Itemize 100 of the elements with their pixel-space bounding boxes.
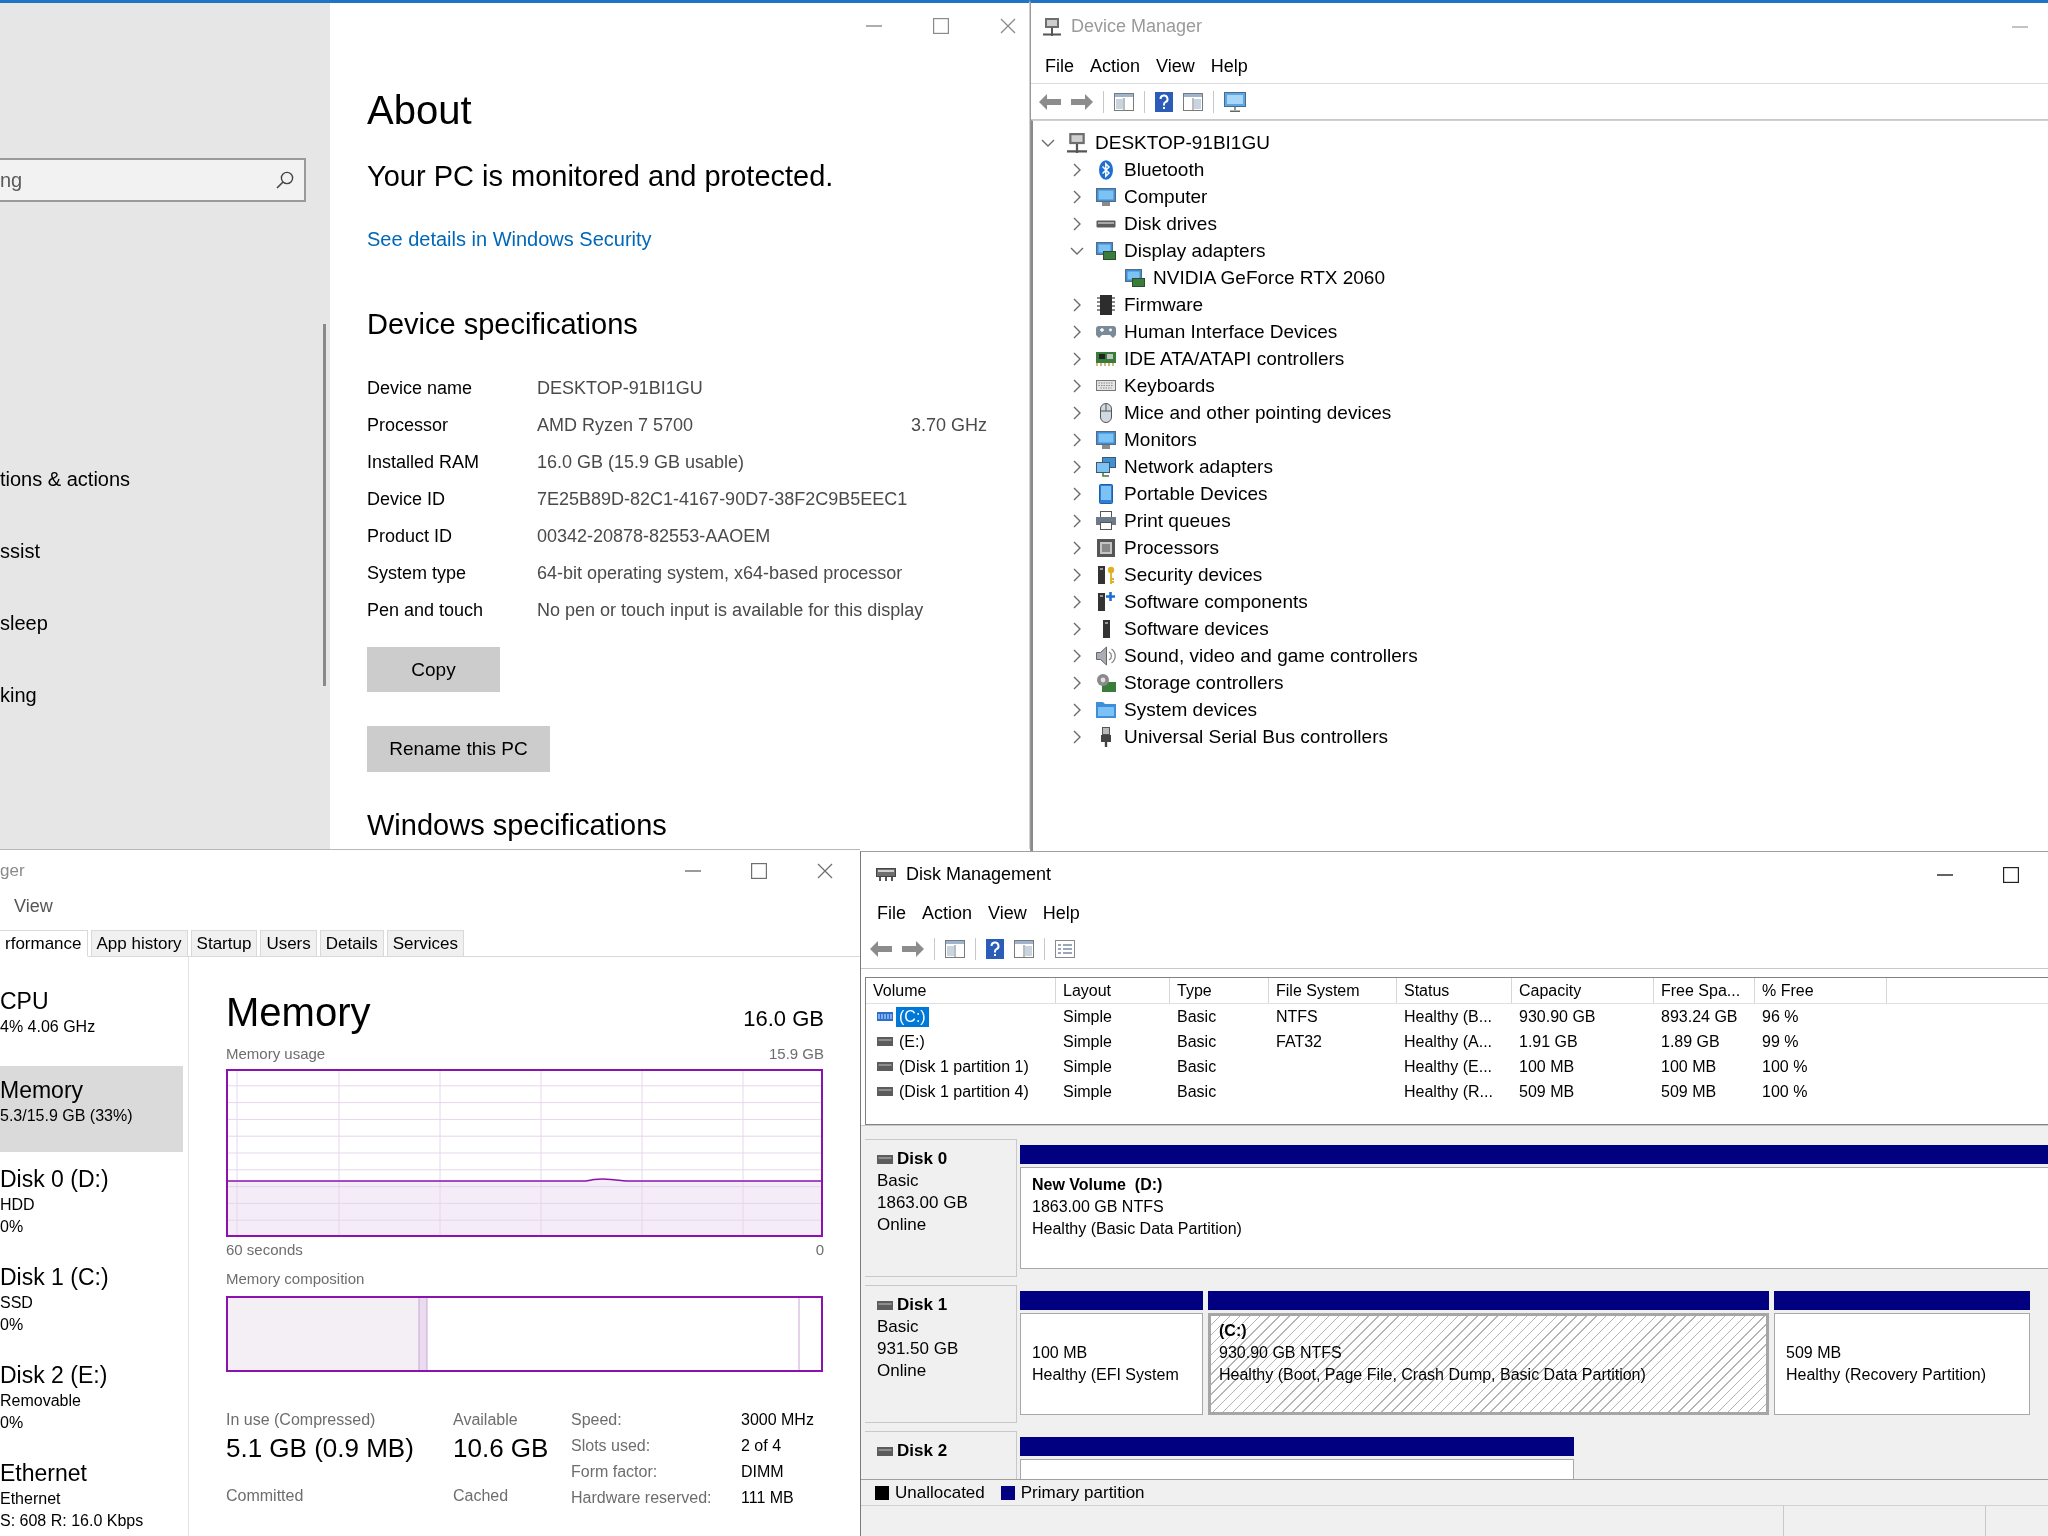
maximize-icon[interactable] [2003,866,2019,883]
column-header[interactable]: Type [1170,978,1269,1003]
resource-item[interactable]: Disk 2 (E:) Removable 0% [0,1351,183,1446]
tree-item[interactable]: Display adapters [1124,239,1266,262]
tree-item[interactable]: Network adapters [1124,455,1273,478]
search-icon[interactable] [276,171,294,189]
chevron-right-icon[interactable] [1073,189,1081,204]
nav-item[interactable]: sleep [0,587,48,659]
tree-item[interactable]: Sound, video and game controllers [1124,644,1418,667]
monitor-icon[interactable] [1224,91,1246,112]
chevron-down-icon[interactable] [1070,246,1084,255]
scrollbar-thumb[interactable] [323,324,326,686]
menu-item[interactable]: File [869,903,914,924]
tab[interactable]: App history [90,930,188,957]
chevron-right-icon[interactable] [1073,513,1081,528]
menu-item[interactable]: Action [914,903,981,924]
resource-item[interactable]: Ethernet Ethernet S: 608 R: 16.0 Kbps [0,1449,183,1536]
tree-item[interactable]: Mice and other pointing devices [1124,401,1392,424]
close-icon[interactable] [817,863,833,879]
menu-item[interactable]: View [1148,56,1203,77]
menu-item[interactable]: View [6,895,61,917]
forward-arrow-icon[interactable] [902,941,924,957]
nav-item[interactable]: king [0,659,37,731]
table-cell[interactable]: (E:) [896,1031,928,1052]
chevron-right-icon[interactable] [1073,324,1081,339]
resource-item[interactable]: Disk 0 (D:) HDD 0% [0,1155,183,1250]
column-header[interactable]: Free Spa... [1654,978,1755,1003]
partition[interactable]: New Volume (D:) 1863.00 GB NTFS Healthy (Basic Data Partition) [1020,1167,2048,1269]
close-icon[interactable] [1000,18,1016,34]
column-header[interactable]: Capacity [1512,978,1654,1003]
chevron-right-icon[interactable] [1073,621,1081,636]
menu-item[interactable]: Action [1082,56,1149,77]
checklist-icon[interactable] [1055,940,1075,958]
chevron-right-icon[interactable] [1073,351,1081,366]
tree-item[interactable]: Security devices [1124,563,1263,586]
tab[interactable]: Details [319,930,384,957]
tree-item[interactable]: Storage controllers [1124,671,1284,694]
chevron-right-icon[interactable] [1073,648,1081,663]
window-pane-icon[interactable] [1114,92,1134,111]
resource-item[interactable]: CPU 4% 4.06 GHz [0,977,183,1063]
partition[interactable]: 100 MB Healthy (EFI System [1020,1313,1203,1415]
window-pane-icon[interactable] [1183,92,1203,111]
nav-item[interactable]: ssist [0,515,40,587]
tree-item[interactable]: System devices [1124,698,1258,721]
menu-item[interactable]: View [980,903,1035,924]
partition[interactable]: (C:) 930.90 GB NTFS Healthy (Boot, Page File, Crash Dump, Basic Data Partition) [1208,1313,1769,1415]
chevron-right-icon[interactable] [1073,405,1081,420]
tree-item[interactable]: IDE ATA/ATAPI controllers [1124,347,1345,370]
tree-item[interactable]: Human Interface Devices [1124,320,1338,343]
nav-item[interactable]: tions & actions [0,443,131,515]
help-icon[interactable] [1155,91,1173,112]
window-pane-icon[interactable] [945,940,965,958]
chevron-right-icon[interactable] [1073,594,1081,609]
chevron-right-icon[interactable] [1073,486,1081,501]
back-arrow-icon[interactable] [870,941,892,957]
tab[interactable]: Startup [190,930,258,957]
security-link[interactable]: See details in Windows Security [367,226,652,252]
tree-item[interactable]: Software components [1124,590,1308,613]
chevron-right-icon[interactable] [1073,540,1081,555]
chevron-right-icon[interactable] [1073,459,1081,474]
help-icon[interactable] [986,939,1004,959]
column-header[interactable]: Volume [866,978,1056,1003]
tab[interactable]: Users [260,930,317,957]
menu-item[interactable]: Help [1202,56,1256,77]
menu-item[interactable]: File [1037,56,1082,77]
chevron-right-icon[interactable] [1073,162,1081,177]
column-header[interactable]: Layout [1056,978,1170,1003]
tree-item[interactable]: Print queues [1124,509,1231,532]
resource-item[interactable]: Memory 5.3/15.9 GB (33%) [0,1066,183,1152]
chevron-right-icon[interactable] [1073,702,1081,717]
tree-item[interactable]: Bluetooth [1124,158,1205,181]
chevron-right-icon[interactable] [1073,432,1081,447]
column-header[interactable]: File System [1269,978,1397,1003]
partition[interactable]: 509 MB Healthy (Recovery Partition) [1774,1313,2030,1415]
resource-item[interactable]: Disk 1 (C:) SSD 0% [0,1253,183,1348]
column-header[interactable]: Status [1397,978,1512,1003]
tree-item[interactable]: Processors [1124,536,1220,559]
chevron-right-icon[interactable] [1073,378,1081,393]
column-header[interactable]: % Free [1755,978,1887,1003]
minimize-icon[interactable] [1937,873,1953,876]
tree-item[interactable]: Portable Devices [1124,482,1268,505]
tree-item[interactable]: Computer [1124,185,1208,208]
chevron-right-icon[interactable] [1073,729,1081,744]
table-cell[interactable]: (Disk 1 partition 1) [896,1056,1032,1077]
tree-item[interactable]: DESKTOP-91BI1GU [1095,131,1270,154]
chevron-right-icon[interactable] [1073,675,1081,690]
chevron-right-icon[interactable] [1073,567,1081,582]
tree-item[interactable]: Monitors [1124,428,1197,451]
tab[interactable]: Services [386,930,464,957]
tree-item[interactable]: Keyboards [1124,374,1215,397]
back-arrow-icon[interactable] [1039,93,1061,110]
tree-item[interactable]: Firmware [1124,293,1204,316]
forward-arrow-icon[interactable] [1071,93,1093,110]
tree-item[interactable]: Software devices [1124,617,1269,640]
chevron-right-icon[interactable] [1073,216,1081,231]
tree-item[interactable]: Disk drives [1124,212,1217,235]
tree-item[interactable]: Universal Serial Bus controllers [1124,725,1388,748]
search-field[interactable]: ng [0,158,306,202]
tab[interactable]: rformance [0,930,88,957]
copy-button[interactable]: Copy [367,647,500,692]
